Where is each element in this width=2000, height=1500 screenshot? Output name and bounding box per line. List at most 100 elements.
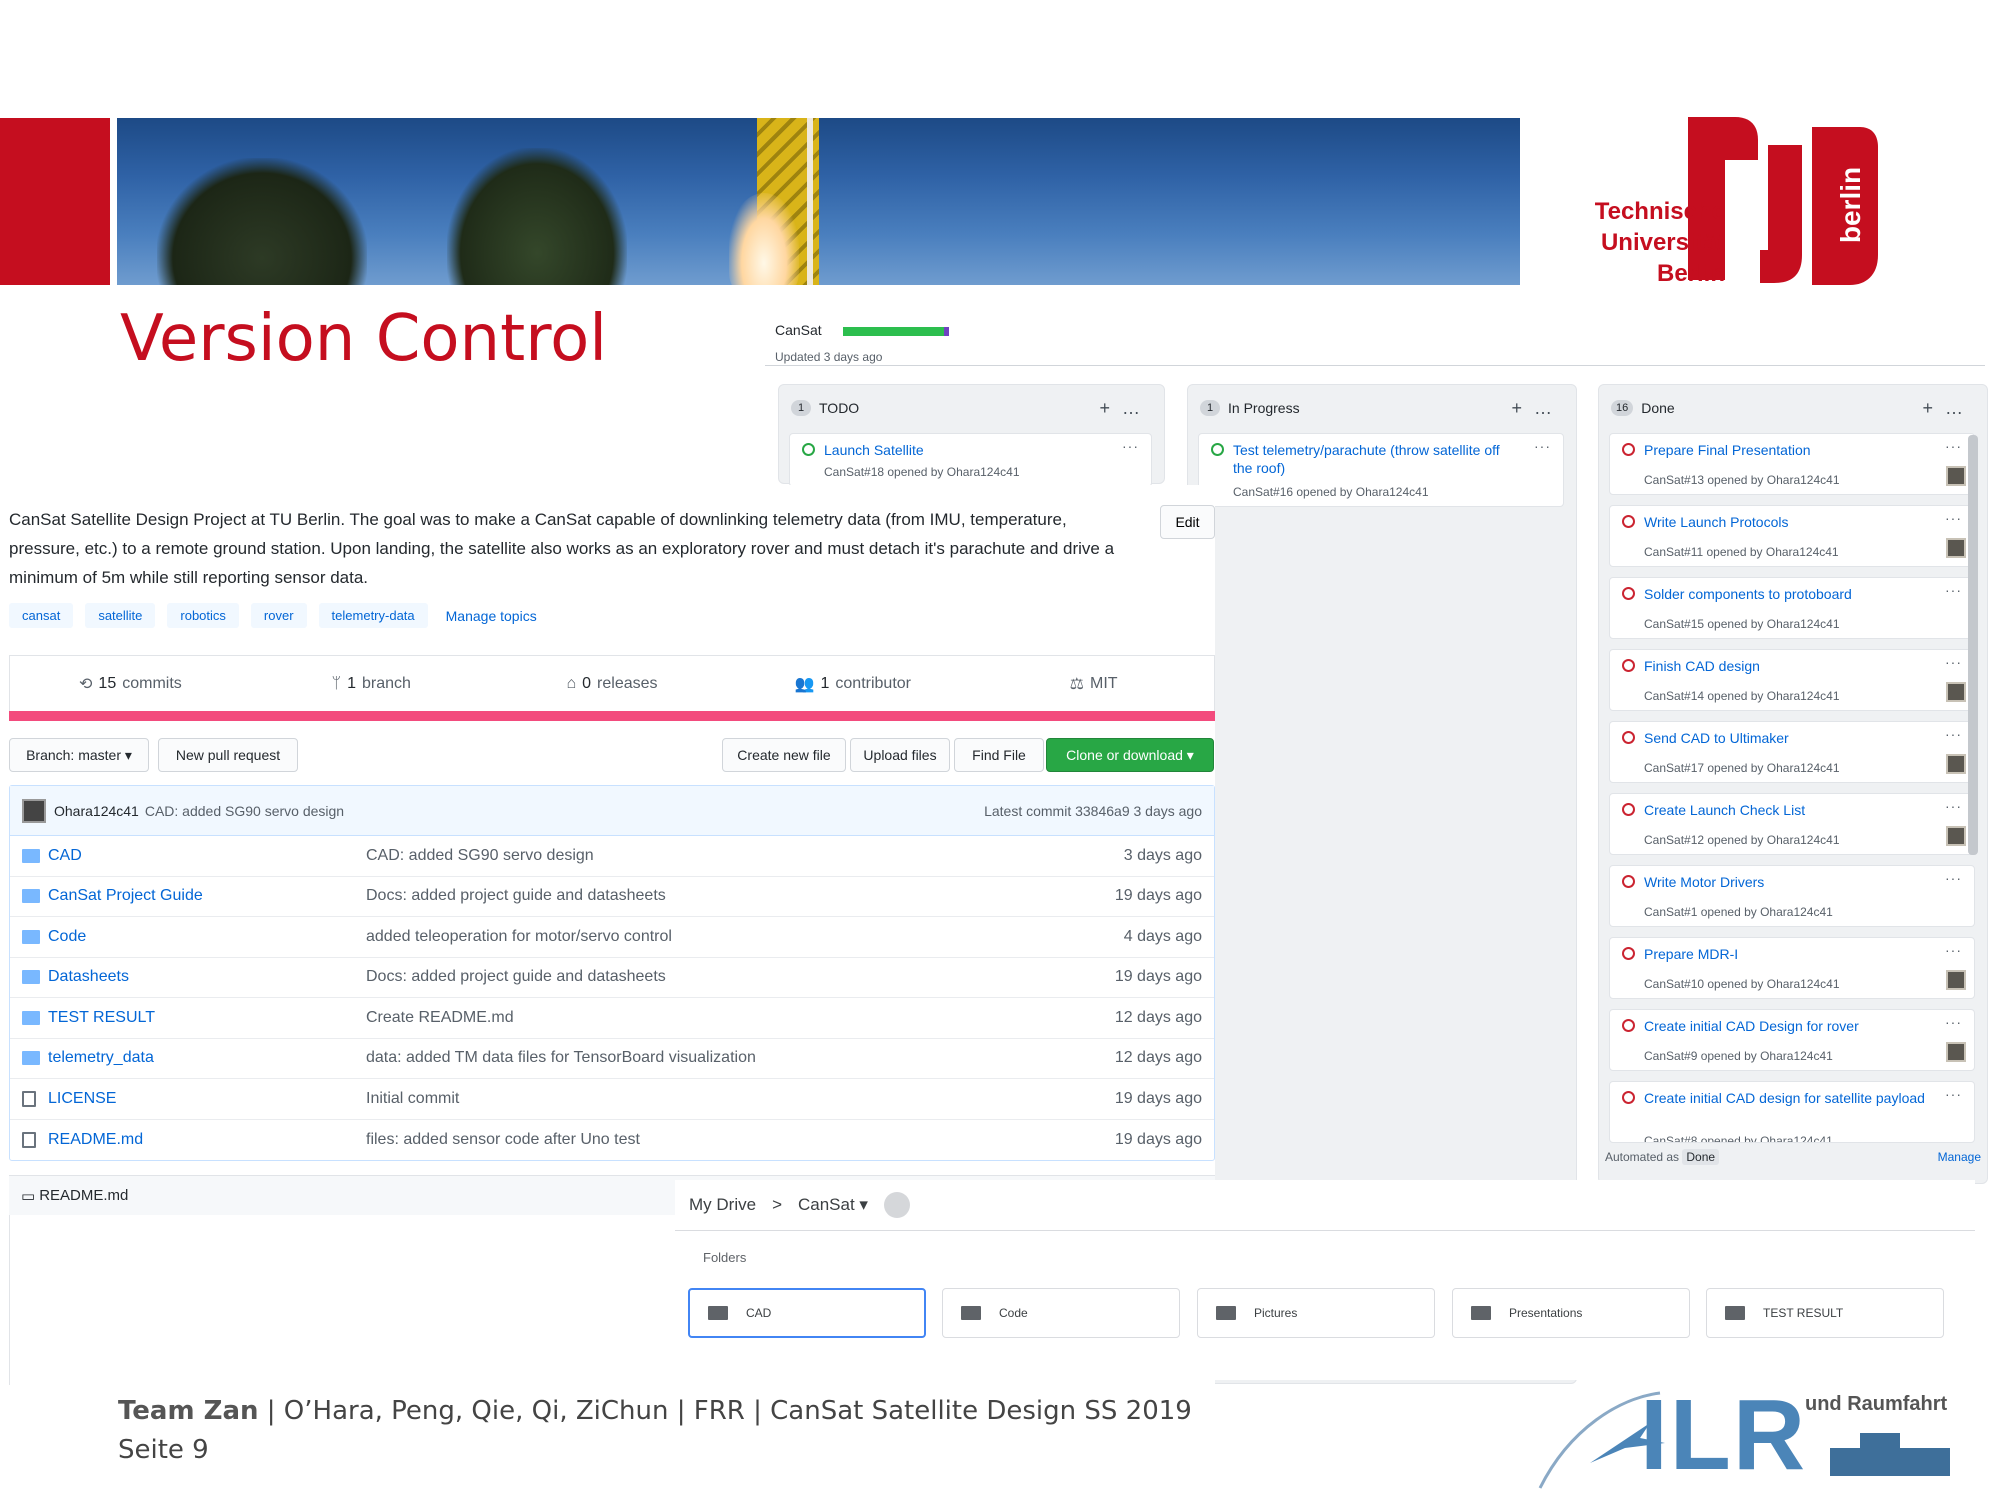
drive-folder[interactable]: CAD xyxy=(688,1288,926,1338)
commit-message[interactable]: CAD: added SG90 servo design xyxy=(145,803,344,819)
file-commit-message[interactable]: added teleoperation for motor/servo cont… xyxy=(366,928,1082,946)
table-row[interactable]: README.md files: added sensor code after … xyxy=(10,1120,1214,1161)
file-commit-message[interactable]: Docs: added project guide and datasheets xyxy=(366,887,1082,905)
manage-automation-link[interactable]: Manage xyxy=(1938,1150,1981,1164)
card-title[interactable]: Write Motor Drivers xyxy=(1644,873,1930,891)
avatar[interactable] xyxy=(1946,538,1966,558)
avatar[interactable] xyxy=(1946,826,1966,846)
issue-card[interactable]: Create initial CAD Design for rover CanSa… xyxy=(1609,1009,1975,1071)
table-row[interactable]: TEST RESULT Create README.md 12 days ago xyxy=(10,998,1214,1039)
column-actions-icon[interactable]: +… xyxy=(1922,398,1975,419)
card-title[interactable]: Create initial CAD design for satellite … xyxy=(1644,1089,1930,1107)
card-menu-icon[interactable]: ··· xyxy=(1945,654,1962,670)
file-name[interactable]: CAD xyxy=(48,847,366,865)
card-menu-icon[interactable]: ··· xyxy=(1945,942,1962,958)
avatar[interactable] xyxy=(1946,1042,1966,1062)
drive-folder[interactable]: Presentations xyxy=(1452,1288,1690,1338)
topic-tag[interactable]: telemetry-data xyxy=(318,603,428,628)
issue-card[interactable]: Write Motor Drivers CanSat#1 opened by Oh… xyxy=(1609,865,1975,927)
file-name[interactable]: telemetry_data xyxy=(48,1049,366,1067)
table-row[interactable]: CanSat Project Guide Docs: added project … xyxy=(10,877,1214,917)
card-title[interactable]: Write Launch Protocols xyxy=(1644,513,1930,531)
find-file-button[interactable]: Find File xyxy=(954,738,1044,772)
issue-card[interactable]: Create initial CAD design for satellite … xyxy=(1609,1081,1975,1143)
releases-stat[interactable]: ⌂ 0 releases xyxy=(492,656,733,711)
commits-stat[interactable]: ⟲ 15 commits xyxy=(10,656,251,711)
shared-people-icon[interactable] xyxy=(883,1192,910,1218)
issue-card[interactable]: Solder components to protoboard CanSat#15… xyxy=(1609,577,1975,639)
file-commit-message[interactable]: data: added TM data files for TensorBoar… xyxy=(366,1049,1082,1067)
drive-folder[interactable]: Pictures xyxy=(1197,1288,1435,1338)
table-row[interactable]: Code added teleoperation for motor/servo … xyxy=(10,917,1214,958)
file-commit-message[interactable]: files: added sensor code after Uno test xyxy=(366,1131,1082,1149)
file-name[interactable]: Code xyxy=(48,928,366,946)
card-title[interactable]: Solder components to protoboard xyxy=(1644,585,1930,603)
branch-select-button[interactable]: Branch: master ▾ xyxy=(9,738,149,772)
new-pull-request-button[interactable]: New pull request xyxy=(158,738,298,772)
table-row[interactable]: Datasheets Docs: added project guide and … xyxy=(10,958,1214,998)
create-new-file-button[interactable]: Create new file xyxy=(722,738,846,772)
issue-card[interactable]: Create Launch Check List CanSat#12 opened… xyxy=(1609,793,1975,855)
issue-card[interactable]: Prepare MDR-I CanSat#10 opened by Ohara12… xyxy=(1609,937,1975,999)
file-commit-message[interactable]: Create README.md xyxy=(366,1009,1082,1027)
file-name[interactable]: TEST RESULT xyxy=(48,1009,366,1027)
avatar[interactable] xyxy=(1946,682,1966,702)
card-title[interactable]: Send CAD to Ultimaker xyxy=(1644,729,1930,747)
branch-stat[interactable]: ᛘ 1 branch xyxy=(251,656,492,711)
issue-card[interactable]: Write Launch Protocols CanSat#11 opened b… xyxy=(1609,505,1975,567)
table-row[interactable]: telemetry_data data: added TM data files … xyxy=(10,1039,1214,1079)
breadcrumb-my-drive[interactable]: My Drive xyxy=(689,1195,756,1215)
card-menu-icon[interactable]: ··· xyxy=(1945,870,1962,886)
issue-card[interactable]: Finish CAD design CanSat#14 opened by Oha… xyxy=(1609,649,1975,711)
manage-topics-link[interactable]: Manage topics xyxy=(446,608,537,624)
card-menu-icon[interactable]: ··· xyxy=(1122,438,1139,454)
file-name[interactable]: README.md xyxy=(48,1131,366,1149)
card-title[interactable]: Create Launch Check List xyxy=(1644,801,1930,819)
issue-card[interactable]: Launch Satellite CanSat#18 opened by Oha… xyxy=(789,433,1152,487)
avatar[interactable] xyxy=(1946,466,1966,486)
card-menu-icon[interactable]: ··· xyxy=(1945,726,1962,742)
card-title[interactable]: Prepare MDR-I xyxy=(1644,945,1930,963)
card-menu-icon[interactable]: ··· xyxy=(1945,582,1962,598)
card-menu-icon[interactable]: ··· xyxy=(1945,1014,1962,1030)
column-actions-icon[interactable]: +… xyxy=(1511,398,1564,419)
card-menu-icon[interactable]: ··· xyxy=(1945,798,1962,814)
upload-files-button[interactable]: Upload files xyxy=(850,738,950,772)
done-column-scrollbar[interactable] xyxy=(1968,435,1978,855)
language-bar[interactable] xyxy=(9,711,1215,721)
avatar[interactable] xyxy=(22,798,46,823)
topic-tag[interactable]: robotics xyxy=(167,603,239,628)
issue-card[interactable]: Test telemetry/parachute (throw satellit… xyxy=(1198,433,1564,507)
breadcrumb-current-folder[interactable]: CanSat ▾ xyxy=(798,1195,868,1215)
card-menu-icon[interactable]: ··· xyxy=(1945,1086,1962,1102)
license-stat[interactable]: ⚖ MIT xyxy=(973,656,1214,711)
drive-folder[interactable]: TEST RESULT xyxy=(1706,1288,1944,1338)
card-title[interactable]: Create initial CAD Design for rover xyxy=(1644,1017,1930,1035)
issue-card[interactable]: Send CAD to Ultimaker CanSat#17 opened by… xyxy=(1609,721,1975,783)
readme-title[interactable]: README.md xyxy=(39,1187,128,1204)
table-row[interactable]: LICENSE Initial commit 19 days ago xyxy=(10,1079,1214,1120)
drive-folder[interactable]: Code xyxy=(942,1288,1180,1338)
project-name[interactable]: CanSat xyxy=(775,322,822,338)
column-actions-icon[interactable]: +… xyxy=(1099,398,1152,419)
file-name[interactable]: LICENSE xyxy=(48,1090,366,1108)
file-commit-message[interactable]: Docs: added project guide and datasheets xyxy=(366,968,1082,986)
file-commit-message[interactable]: Initial commit xyxy=(366,1090,1082,1108)
card-menu-icon[interactable]: ··· xyxy=(1945,438,1962,454)
latest-commit-info[interactable]: Latest commit 33846a9 3 days ago xyxy=(984,803,1202,819)
topic-tag[interactable]: rover xyxy=(250,603,307,628)
edit-description-button[interactable]: Edit xyxy=(1160,505,1215,539)
card-title[interactable]: Launch Satellite xyxy=(824,441,1107,459)
table-row[interactable]: CAD CAD: added SG90 servo design 3 days ag… xyxy=(10,836,1214,877)
file-name[interactable]: CanSat Project Guide xyxy=(48,887,366,905)
commit-author[interactable]: Ohara124c41 xyxy=(54,803,139,819)
file-name[interactable]: Datasheets xyxy=(48,968,366,986)
topic-tag[interactable]: satellite xyxy=(85,603,156,628)
card-menu-icon[interactable]: ··· xyxy=(1534,438,1551,454)
issue-card[interactable]: Prepare Final Presentation CanSat#13 open… xyxy=(1609,433,1975,495)
contributor-stat[interactable]: 👥 1 contributor xyxy=(732,656,973,711)
file-commit-message[interactable]: CAD: added SG90 servo design xyxy=(366,847,1082,865)
card-menu-icon[interactable]: ··· xyxy=(1945,510,1962,526)
topic-tag[interactable]: cansat xyxy=(9,603,74,628)
card-title[interactable]: Prepare Final Presentation xyxy=(1644,441,1930,459)
